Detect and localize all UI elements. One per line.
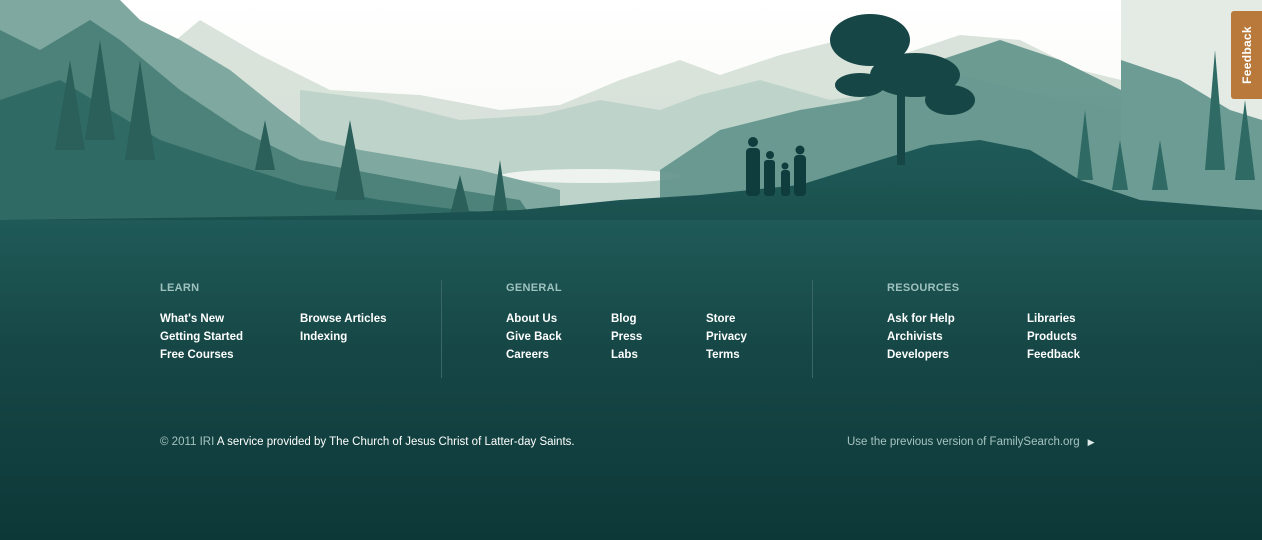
previous-version-link[interactable]: Use the previous version of FamilySearch… bbox=[847, 436, 1095, 448]
column-divider bbox=[812, 280, 813, 378]
general-heading: GENERAL bbox=[506, 282, 562, 294]
link-press[interactable]: Press bbox=[611, 331, 642, 343]
link-archivists[interactable]: Archivists bbox=[887, 331, 943, 343]
column-divider bbox=[441, 280, 442, 378]
link-feedback[interactable]: Feedback bbox=[1027, 349, 1080, 361]
landscape-svg bbox=[0, 0, 1262, 540]
copyright-service: A service provided by The Church of Jesu… bbox=[216, 436, 575, 448]
learn-heading: LEARN bbox=[160, 282, 200, 294]
link-give-back[interactable]: Give Back bbox=[506, 331, 562, 343]
resources-heading: RESOURCES bbox=[887, 282, 960, 294]
link-store[interactable]: Store bbox=[706, 313, 735, 325]
link-indexing[interactable]: Indexing bbox=[300, 331, 347, 343]
copyright-year: © 2011 IRI bbox=[160, 436, 215, 448]
link-free-courses[interactable]: Free Courses bbox=[160, 349, 234, 361]
link-whats-new[interactable]: What's New bbox=[160, 313, 224, 325]
link-labs[interactable]: Labs bbox=[611, 349, 638, 361]
link-browse-articles[interactable]: Browse Articles bbox=[300, 313, 387, 325]
feedback-tab-label: Feedback bbox=[1239, 26, 1254, 84]
previous-version-label: Use the previous version of FamilySearch… bbox=[847, 436, 1080, 448]
link-blog[interactable]: Blog bbox=[611, 313, 637, 325]
link-careers[interactable]: Careers bbox=[506, 349, 549, 361]
link-about-us[interactable]: About Us bbox=[506, 313, 557, 325]
copyright-line: © 2011 IRI A service provided by The Chu… bbox=[160, 436, 575, 448]
feedback-tab[interactable]: Feedback bbox=[1231, 11, 1262, 99]
link-products[interactable]: Products bbox=[1027, 331, 1077, 343]
link-developers[interactable]: Developers bbox=[887, 349, 949, 361]
landscape-illustration bbox=[0, 0, 1262, 540]
chevron-right-icon: ▶ bbox=[1087, 437, 1095, 447]
link-libraries[interactable]: Libraries bbox=[1027, 313, 1076, 325]
link-ask-for-help[interactable]: Ask for Help bbox=[887, 313, 955, 325]
link-privacy[interactable]: Privacy bbox=[706, 331, 747, 343]
link-getting-started[interactable]: Getting Started bbox=[160, 331, 243, 343]
link-terms[interactable]: Terms bbox=[706, 349, 740, 361]
